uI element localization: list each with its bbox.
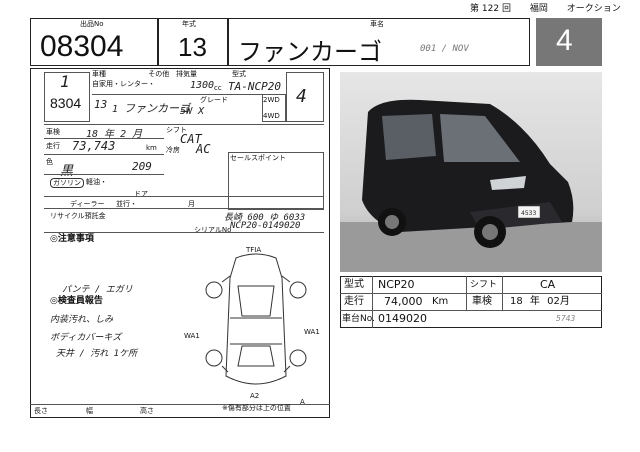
year-value: 13 [178,32,207,62]
diagram-mark: A2 [250,392,260,400]
seats-hand: 4 [296,86,307,107]
summary-rule-1 [340,293,602,294]
report-line: 内装汚れ、しみ [50,315,114,325]
grade-label: グレード [200,96,228,104]
recycle-label: リサイクル預託金 [50,212,106,220]
rule-7 [44,208,324,209]
color-label: 色 [46,158,53,166]
fuel-options: 軽油・ [86,178,107,186]
rule-5 [44,174,164,175]
model-label: 車名 [370,20,384,28]
rule-1 [92,94,286,95]
diagram-note: ※傷有部分は上の位置 [222,404,291,412]
diagram-mark: WA1 [184,332,200,340]
inspection-label: 車検 [46,128,60,136]
lot-number: 08304 [40,30,124,63]
summary-inspection-label: 車検 [472,296,492,307]
summary-col-2 [466,276,467,310]
summary-mileage-value: 74,000 [384,295,423,308]
size-label: 排気量 [176,70,197,78]
lot-short: 8304 [50,95,82,111]
summary-chassis-label: 車台No. [342,314,375,324]
round-suffix: 回 [501,4,511,14]
rule-4 [44,154,164,155]
report-line: パンテ / エガリ [62,285,133,295]
model-code-hand: TA-NCP20 [228,80,281,93]
lot-number-label: 出品No [80,20,104,28]
length-label: 長さ [34,407,48,415]
summary-mileage-unit: Km [432,296,449,307]
report-line: 天井 / 汚れ 1ケ所 [56,349,138,359]
mileage-label: 走行 [46,142,60,150]
venue: 福岡 [529,4,548,14]
year-label: 年式 [182,20,196,28]
diagram-mark: WA1 [304,328,320,336]
damage-diagram [205,253,307,385]
color-code-hand: 209 [132,160,152,173]
handwritten-code: 001 / NOV [420,44,469,54]
serial-hand: NCP20-0149020 [230,221,301,231]
displacement: 1300 [190,80,215,91]
month-hand: 1 [112,104,119,115]
summary-chassis-value: 0149020 [378,312,427,325]
vehicle-photo: 4533 [340,72,602,272]
dealer-label: ディーラー [70,200,105,208]
mileage-hand: 73,743 [72,139,116,153]
lot-short-mark: 1 [60,72,70,91]
import-label: 並行・ [116,200,137,208]
grade-hand: 5W X [180,106,205,117]
kind-options: 自家用・レンター・ [92,80,155,88]
diagram-mark: TFIA [246,246,262,254]
summary-shift-value: CA [540,278,556,291]
grade-score: 4 [556,24,573,57]
summary-type-label: 型式 [344,279,364,290]
year-hand: 13 [94,98,108,111]
caution-label: ◎注意事項 [50,234,94,244]
summary-mileage-label: 走行 [344,296,364,307]
summary-col-3 [502,276,503,310]
summary-inspection-date: 18 年 02月 [510,296,570,307]
plate-text: 4533 [521,210,536,217]
summary-chassis-hand: 5743 [556,314,576,323]
summary-shift-label: シフト [470,280,498,290]
summary-type-value: NCP20 [378,278,415,291]
rule-8 [44,232,324,233]
mileage-unit: km [146,144,157,152]
aircon-hand: AC [196,142,211,156]
height-label: 高さ [140,407,154,415]
cc-unit: cc [214,84,222,92]
width-label: 幅 [86,407,93,415]
drive-label: 2WD [263,96,280,104]
round-number: 122 [481,4,500,14]
drive-label-4wd: 4WD [263,112,280,120]
car-image: 4533 [340,72,602,272]
rule-6 [44,196,324,197]
fuel-label: ガソリン [50,178,84,188]
round-prefix: 第 [470,4,480,14]
kind-labels: 車種 その他 [92,70,170,78]
event: オークション [566,4,621,14]
sales-point-label: セールスポイント [230,154,286,162]
aircon-label: 冷房 [166,146,180,154]
summary-rule-2 [340,310,602,311]
color-hand: 黒 [60,164,74,179]
expiry-label: 月 [188,200,195,208]
model-name: ファンカーゴ [238,39,382,66]
type-label: 型式 [232,70,246,78]
round-info: 第 122 回 福岡 オークション [470,4,621,14]
report-line: ボディカバーキズ [50,333,122,343]
report-label: ◎検査員報告 [50,296,103,306]
